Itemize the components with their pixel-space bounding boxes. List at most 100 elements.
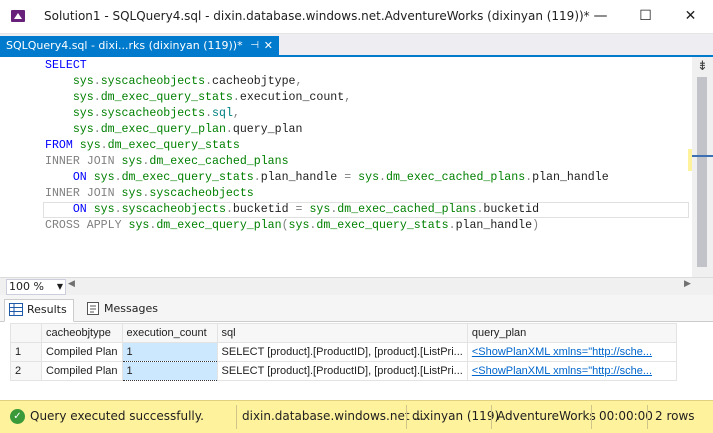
cell-sql[interactable]: SELECT [product].[ProductID], [product].… xyxy=(216,342,468,362)
table-row[interactable]: 2 Compiled Plan 1 SELECT [product].[Prod… xyxy=(10,361,678,381)
caret-position-marker xyxy=(692,155,713,157)
messages-icon xyxy=(87,302,99,315)
row-number-header[interactable] xyxy=(10,323,42,343)
code-token: syscacheobjects xyxy=(149,187,254,200)
code-token: SELECT xyxy=(45,59,87,72)
code-line[interactable]: sys.dm_exec_query_plan.query_plan xyxy=(45,122,685,138)
code-token: dm_exec_cached_plans xyxy=(149,155,289,168)
column-header-query-plan[interactable]: query_plan xyxy=(466,323,678,343)
code-token: , xyxy=(295,75,303,88)
status-divider xyxy=(236,405,237,429)
code-token: sql xyxy=(212,107,233,120)
minimize-button[interactable]: — xyxy=(578,0,623,33)
code-token: . xyxy=(93,123,101,136)
code-line[interactable]: sys.syscacheobjects.sql, xyxy=(45,106,685,122)
ssms-app-icon xyxy=(11,10,25,22)
pin-icon[interactable]: ⊣ xyxy=(250,36,259,55)
cell-cacheobjtype[interactable]: Compiled Plan xyxy=(41,361,123,381)
maximize-button[interactable]: ☐ xyxy=(623,0,668,33)
close-tab-icon[interactable]: ✕ xyxy=(264,36,273,55)
status-user: dixinyan (119) xyxy=(412,409,500,423)
code-line[interactable]: INNER JOIN sys.syscacheobjects xyxy=(45,186,685,202)
results-tab-strip: Results Messages xyxy=(0,295,713,322)
tab-messages-label: Messages xyxy=(104,302,158,315)
table-row[interactable]: 1 Compiled Plan 1 SELECT [product].[Prod… xyxy=(10,342,678,362)
tab-messages[interactable]: Messages xyxy=(82,299,164,320)
code-line[interactable]: INNER JOIN sys.dm_exec_cached_plans xyxy=(45,154,685,170)
code-token: INNER JOIN xyxy=(45,187,122,200)
code-token: ON xyxy=(72,203,94,216)
results-grid[interactable]: cacheobjtype execution_count sql query_p… xyxy=(10,323,678,381)
query-editor[interactable]: SELECT sys.syscacheobjects.cacheobjtype,… xyxy=(0,57,713,277)
code-token: = xyxy=(295,203,310,216)
code-line[interactable]: FROM sys.dm_exec_query_stats xyxy=(45,138,685,154)
cell-sql[interactable]: SELECT [product].[ProductID], [product].… xyxy=(216,361,468,381)
code-token: . xyxy=(100,139,108,152)
code-token: dm_exec_query_stats xyxy=(121,171,254,184)
scroll-right-icon[interactable]: ▶ xyxy=(684,279,691,289)
split-window-icon[interactable]: ⇟ xyxy=(692,59,713,74)
code-line[interactable]: SELECT xyxy=(45,58,685,74)
code-token: plan_handle xyxy=(532,171,609,184)
code-token: query_plan xyxy=(232,123,303,136)
cell-query-plan-link[interactable]: <ShowPlanXML xmlns="http://sche... xyxy=(466,361,678,381)
code-line[interactable]: sys.syscacheobjects.cacheobjtype, xyxy=(45,74,685,90)
row-number[interactable]: 1 xyxy=(10,342,42,362)
status-server: dixin.database.windows.net ... xyxy=(242,409,425,423)
column-header-execution-count[interactable]: execution_count xyxy=(121,323,218,343)
code-token: . xyxy=(448,219,456,232)
status-row-count: 2 rows xyxy=(655,409,695,423)
code-line[interactable]: sys.dm_exec_query_stats.execution_count, xyxy=(45,90,685,106)
code-token: , xyxy=(232,107,240,120)
tab-results[interactable]: Results xyxy=(4,299,74,322)
code-line[interactable]: ON sys.dm_exec_query_stats.plan_handle =… xyxy=(45,170,685,186)
window-title: Solution1 - SQLQuery4.sql - dixin.databa… xyxy=(44,9,590,23)
chevron-down-icon: ▼ xyxy=(56,282,63,291)
code-line[interactable]: CROSS APPLY sys.dm_exec_query_plan(sys.d… xyxy=(45,218,685,234)
close-window-button[interactable]: ✕ xyxy=(668,0,713,33)
code-token: . xyxy=(379,171,386,184)
grid-header-row: cacheobjtype execution_count sql query_p… xyxy=(10,323,678,343)
code-token: dm_exec_cached_plans xyxy=(386,171,526,184)
code-token: ( xyxy=(281,219,289,232)
code-token: sys xyxy=(72,123,94,136)
cell-query-plan-link[interactable]: <ShowPlanXML xmlns="http://sche... xyxy=(466,342,678,362)
code-token: sys xyxy=(358,171,380,184)
cell-cacheobjtype[interactable]: Compiled Plan xyxy=(41,342,123,362)
code-token: plan_handle xyxy=(455,219,533,232)
row-number[interactable]: 2 xyxy=(10,361,42,381)
tab-results-label: Results xyxy=(27,303,67,316)
code-token: ) xyxy=(532,219,540,232)
code-token: . xyxy=(253,171,261,184)
code-token: bucketid xyxy=(483,203,540,216)
vertical-scrollbar[interactable]: ⇟ xyxy=(692,57,713,277)
code-token: syscacheobjects xyxy=(121,203,226,216)
code-line[interactable]: ON sys.syscacheobjects.bucketid = sys.dm… xyxy=(43,202,689,218)
sql-code[interactable]: SELECT sys.syscacheobjects.cacheobjtype,… xyxy=(43,58,689,234)
code-token: . xyxy=(93,75,101,88)
code-token: sys xyxy=(121,187,143,200)
cell-execution-count[interactable]: 1 xyxy=(121,342,218,362)
code-token: bucketid xyxy=(232,203,296,216)
column-header-cacheobjtype[interactable]: cacheobjtype xyxy=(41,323,123,343)
status-divider xyxy=(591,405,592,429)
code-token: syscacheobjects xyxy=(100,107,206,120)
column-header-sql[interactable]: sql xyxy=(216,323,468,343)
zoom-dropdown[interactable]: 100 % ▼ xyxy=(6,279,66,295)
code-token: sys xyxy=(72,107,94,120)
code-token: dm_exec_query_plan xyxy=(156,219,282,232)
success-check-icon: ✓ xyxy=(10,409,25,424)
title-bar: Solution1 - SQLQuery4.sql - dixin.databa… xyxy=(0,0,713,34)
code-token: , xyxy=(344,91,352,104)
document-tab-strip: SQLQuery4.sql - dixi...rks (dixinyan (11… xyxy=(0,34,713,57)
code-token: FROM xyxy=(45,139,80,152)
grid-icon xyxy=(9,303,23,316)
cell-execution-count[interactable]: 1 xyxy=(121,361,218,381)
scroll-left-icon[interactable]: ◀ xyxy=(68,279,75,289)
tab-sqlquery4[interactable]: SQLQuery4.sql - dixi...rks (dixinyan (11… xyxy=(0,36,279,55)
scroll-thumb[interactable] xyxy=(697,77,707,267)
